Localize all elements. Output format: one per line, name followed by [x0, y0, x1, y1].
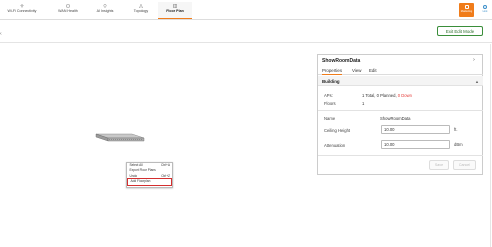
- section-title: Building: [322, 78, 340, 84]
- link-label: Link: [482, 10, 488, 13]
- menu-item-add-floorplan[interactable]: Add Floorplan: [127, 178, 172, 185]
- ceiling-height-input[interactable]: 10.00: [381, 125, 450, 134]
- ceiling-unit: ft.: [454, 127, 458, 132]
- aps-value: 1 Total, 0 Planned, 0 Down: [362, 93, 412, 98]
- marketing-label: Marketing: [460, 10, 473, 13]
- topology-icon: [139, 4, 143, 8]
- menu-item-label: Export Floor Plans: [129, 168, 156, 173]
- tab-topology[interactable]: Topology: [124, 2, 158, 19]
- collapse-chevron-icon[interactable]: ‹: [0, 31, 2, 37]
- bag-icon: [464, 5, 469, 9]
- menu-item-label: Add Floorplan: [130, 179, 151, 184]
- aps-summary: 1 Total, 0 Planned,: [362, 93, 398, 98]
- tab-wifi-connectivity[interactable]: Wi-Fi Connectivity: [2, 2, 42, 19]
- aps-down-count: 0 Down: [397, 93, 412, 98]
- building-floor-shape[interactable]: [94, 133, 146, 143]
- name-value: ShowRoomData: [380, 116, 411, 121]
- wan-icon: [66, 4, 70, 8]
- ceiling-height-label: Ceiling Height: [324, 128, 351, 133]
- location-pin-icon: [103, 4, 107, 8]
- building-section-header[interactable]: Building ▲: [318, 76, 483, 86]
- tab-view[interactable]: View: [352, 67, 361, 75]
- panel-title: ShowRoomData: [322, 58, 361, 64]
- tab-properties[interactable]: Properties: [322, 67, 343, 75]
- tab-label: Wi-Fi Connectivity: [7, 9, 37, 13]
- panel-tabs: Properties View Edit: [318, 67, 483, 75]
- marketing-button[interactable]: Marketing: [459, 3, 474, 17]
- menu-item-label: Undo: [129, 173, 138, 178]
- tab-label: Topology: [133, 9, 149, 13]
- save-button[interactable]: Save: [429, 160, 449, 170]
- tab-edit[interactable]: Edit: [369, 67, 377, 75]
- link-icon: [483, 5, 487, 9]
- properties-panel: ShowRoomData › Properties View Edit Buil…: [317, 54, 483, 175]
- tab-floor-plan[interactable]: Floor Plan: [158, 2, 192, 19]
- floors-value: 1: [362, 101, 365, 106]
- tab-label: AI Insights: [96, 9, 114, 13]
- attenuation-input[interactable]: 10.00: [381, 140, 450, 149]
- attenuation-unit: dBm: [454, 142, 463, 147]
- floors-label: Floors: [324, 101, 336, 106]
- aps-label: APs:: [324, 93, 333, 98]
- attenuation-label: Attenuation: [324, 143, 346, 148]
- name-label: Name: [324, 116, 336, 121]
- menu-item-label: Select All: [129, 163, 143, 167]
- context-menu: Select All Ctrl+A Export Floor Plans Und…: [126, 162, 173, 188]
- floor-plan-canvas[interactable]: [0, 44, 316, 247]
- exit-edit-mode-button[interactable]: Exit Edit Mode: [437, 26, 483, 36]
- divider: [318, 155, 483, 156]
- tab-wan-health[interactable]: WAN Health: [50, 2, 86, 19]
- panel-collapse-icon[interactable]: ›: [473, 57, 475, 63]
- tab-ai-insights[interactable]: AI Insights: [90, 2, 120, 19]
- scroll-track: [490, 44, 491, 247]
- tab-label: Floor Plan: [166, 9, 184, 13]
- edit-toolbar: [0, 21, 492, 43]
- wifi-icon: [20, 4, 24, 8]
- caret-up-icon: ▲: [475, 78, 479, 84]
- divider: [318, 110, 483, 111]
- cancel-button[interactable]: Cancel: [453, 160, 476, 170]
- link-button[interactable]: Link: [480, 4, 490, 16]
- tab-label: WAN Health: [58, 9, 78, 13]
- floor-plan-icon: [173, 4, 177, 8]
- top-navigation: Wi-Fi Connectivity WAN Health AI Insight…: [0, 0, 492, 20]
